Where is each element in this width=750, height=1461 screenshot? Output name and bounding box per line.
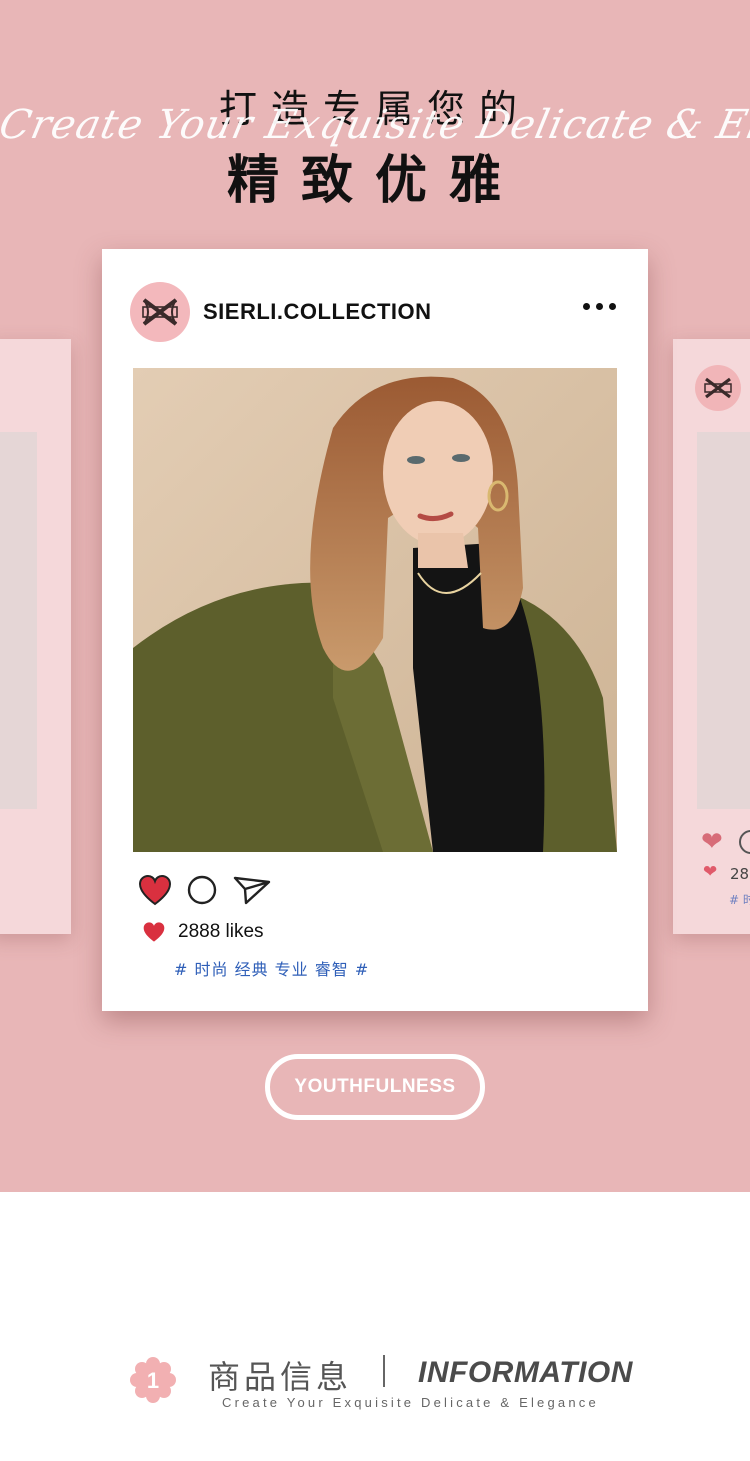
brand-logo-icon <box>704 377 732 399</box>
comment-icon[interactable] <box>186 874 218 906</box>
side-card-tags: # 时 <box>729 893 750 907</box>
side-card-avatar <box>695 365 741 411</box>
dot <box>583 303 590 310</box>
likes-heart-icon <box>143 922 165 942</box>
youthfulness-button[interactable]: YOUTHFULNESS <box>265 1054 485 1120</box>
info-title-en: INFORMATION <box>418 1356 633 1389</box>
hero-section: 打造专属您的 Create Your Exquisite Delicate & … <box>0 0 750 1192</box>
comment-icon[interactable] <box>739 830 750 854</box>
post-tags[interactable]: # 时尚 经典 专业 睿智 # <box>174 956 369 980</box>
hero-title-line2: 精致优雅 <box>226 151 523 211</box>
side-card-right[interactable]: ❤ ❤ 288 # 时 <box>673 339 750 934</box>
post-username[interactable]: SIERLI.COLLECTION <box>203 299 432 325</box>
post-card: SIERLI.COLLECTION 2888 likes # 时尚 经典 专业 … <box>102 249 648 1011</box>
flower-badge-icon: 1 <box>130 1357 176 1403</box>
likes-count: 2888 likes <box>178 921 264 942</box>
likes-heart-icon: ❤ <box>703 862 718 882</box>
heart-icon[interactable]: ❤ <box>701 827 723 857</box>
avatar[interactable] <box>130 282 190 342</box>
info-divider <box>383 1355 385 1387</box>
dot <box>609 303 616 310</box>
model-photo <box>133 368 617 852</box>
send-icon[interactable] <box>232 874 272 906</box>
side-card-left-photo <box>0 432 37 809</box>
post-actions <box>138 874 272 906</box>
likes-row: 2888 likes <box>142 921 264 943</box>
side-card-likes: 288 <box>730 865 750 883</box>
side-card-right-photo <box>697 432 750 809</box>
dot <box>596 303 603 310</box>
info-title-cn: 商品信息 <box>208 1358 353 1396</box>
badge-number: 1 <box>147 1368 159 1393</box>
info-header: 1 商品信息 INFORMATION Create Your Exquisite… <box>0 1330 750 1430</box>
side-card-left[interactable] <box>0 339 71 934</box>
brand-logo-icon <box>142 298 178 326</box>
heart-icon[interactable] <box>138 874 172 906</box>
more-dots-icon[interactable] <box>583 303 616 310</box>
post-photo[interactable] <box>133 368 617 852</box>
info-subtitle: Create Your Exquisite Delicate & Eleganc… <box>222 1395 599 1410</box>
